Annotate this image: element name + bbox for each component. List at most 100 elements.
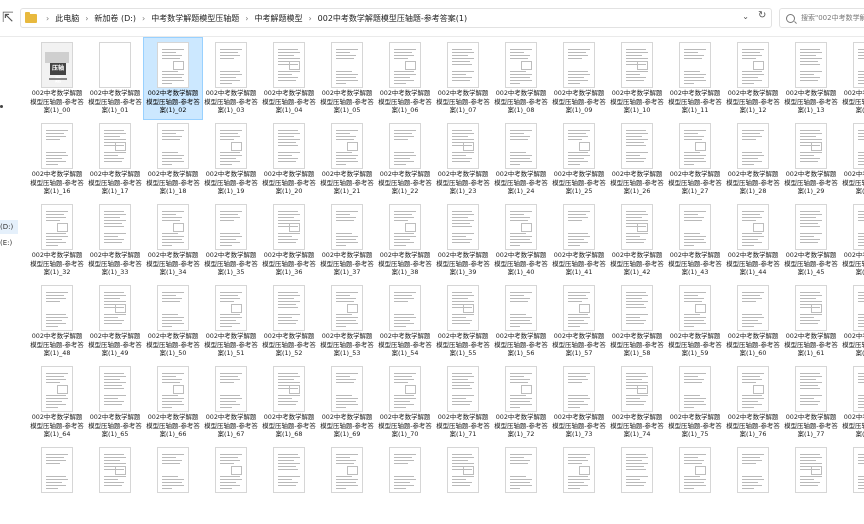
file-item[interactable] <box>376 443 434 524</box>
file-item[interactable] <box>666 443 724 524</box>
chevron-right-icon[interactable]: › <box>142 14 145 23</box>
file-item[interactable]: 002中考数学解题模型压轴题-参考答案(1)_66 <box>144 362 202 443</box>
file-item[interactable]: 002中考数学解题模型压轴题-参考答案(1)_17 <box>86 119 144 200</box>
file-item[interactable]: 002中考数学解题模型压轴题-参考答案(1)_62 <box>840 281 864 362</box>
file-item[interactable]: 002中考数学解题模型压轴题-参考答案(1)_43 <box>666 200 724 281</box>
file-item[interactable]: 002中考数学解题模型压轴题-参考答案(1)_20 <box>260 119 318 200</box>
file-item[interactable] <box>202 443 260 524</box>
file-item[interactable]: 002中考数学解题模型压轴题-参考答案(1)_64 <box>28 362 86 443</box>
file-item[interactable] <box>550 443 608 524</box>
breadcrumb-current-folder[interactable]: 002中考数学解题模型压轴题-参考答案(1) <box>318 13 468 24</box>
address-bar[interactable]: › 此电脑 › 新加卷 (D:) › 中考数学解题模型压轴题 › 中考解题模型 … <box>20 8 772 28</box>
file-item[interactable]: 002中考数学解题模型压轴题-参考答案(1)_35 <box>202 200 260 281</box>
file-item[interactable]: 002中考数学解题模型压轴题-参考答案(1)_26 <box>608 119 666 200</box>
file-item[interactable] <box>260 443 318 524</box>
file-item[interactable]: 002中考数学解题模型压轴题-参考答案(1)_24 <box>492 119 550 200</box>
file-item[interactable]: 002中考数学解题模型压轴题-参考答案(1)_18 <box>144 119 202 200</box>
file-item[interactable]: 002中考数学解题模型压轴题-参考答案(1)_49 <box>86 281 144 362</box>
file-item[interactable]: 002中考数学解题模型压轴题-参考答案(1)_23 <box>434 119 492 200</box>
file-item[interactable] <box>840 443 864 524</box>
file-item[interactable] <box>492 443 550 524</box>
breadcrumb-folder-1[interactable]: 中考数学解题模型压轴题 <box>151 13 239 24</box>
file-item[interactable]: 002中考数学解题模型压轴题-参考答案(1)_08 <box>492 38 550 119</box>
file-item[interactable]: 002中考数学解题模型压轴题-参考答案(1)_16 <box>28 119 86 200</box>
file-item[interactable] <box>28 443 86 524</box>
file-item[interactable] <box>434 443 492 524</box>
file-item[interactable]: 002中考数学解题模型压轴题-参考答案(1)_41 <box>550 200 608 281</box>
file-item[interactable]: 002中考数学解题模型压轴题-参考答案(1)_13 <box>782 38 840 119</box>
file-item[interactable]: 002中考数学解题模型压轴题-参考答案(1)_04 <box>260 38 318 119</box>
file-item[interactable]: 002中考数学解题模型压轴题-参考答案(1)_09 <box>550 38 608 119</box>
breadcrumb-this-pc[interactable]: 此电脑 <box>55 13 79 24</box>
file-item[interactable]: 002中考数学解题模型压轴题-参考答案(1)_73 <box>550 362 608 443</box>
file-item[interactable]: 002中考数学解题模型压轴题-参考答案(1)_42 <box>608 200 666 281</box>
file-item[interactable]: 002中考数学解题模型压轴题-参考答案(1)_70 <box>376 362 434 443</box>
file-item[interactable]: 002中考数学解题模型压轴题-参考答案(1)_45 <box>782 200 840 281</box>
file-item[interactable]: 002中考数学解题模型压轴题-参考答案(1)_44 <box>724 200 782 281</box>
file-item[interactable]: 压轴题 002中考数学解题模型压轴题-参考答案(1)_00 <box>28 38 86 119</box>
nav-item-drive-d[interactable]: (D:) <box>0 220 18 234</box>
file-item[interactable]: 002中考数学解题模型压轴题-参考答案(1)_75 <box>666 362 724 443</box>
file-item[interactable]: 002中考数学解题模型压轴题-参考答案(1)_40 <box>492 200 550 281</box>
file-item[interactable]: 002中考数学解题模型压轴题-参考答案(1)_72 <box>492 362 550 443</box>
file-item[interactable]: 002中考数学解题模型压轴题-参考答案(1)_01 <box>86 38 144 119</box>
file-item[interactable]: 002中考数学解题模型压轴题-参考答案(1)_10 <box>608 38 666 119</box>
file-item[interactable]: 002中考数学解题模型压轴题-参考答案(1)_48 <box>28 281 86 362</box>
file-item[interactable]: 002中考数学解题模型压轴题-参考答案(1)_37 <box>318 200 376 281</box>
file-item[interactable] <box>724 443 782 524</box>
file-item[interactable]: 002中考数学解题模型压轴题-参考答案(1)_65 <box>86 362 144 443</box>
file-item[interactable]: 002中考数学解题模型压轴题-参考答案(1)_14 <box>840 38 864 119</box>
chevron-right-icon[interactable]: › <box>308 14 311 23</box>
file-item[interactable] <box>144 443 202 524</box>
file-item[interactable]: 002中考数学解题模型压轴题-参考答案(1)_71 <box>434 362 492 443</box>
file-item[interactable]: 002中考数学解题模型压轴题-参考答案(1)_50 <box>144 281 202 362</box>
file-item[interactable]: 002中考数学解题模型压轴题-参考答案(1)_03 <box>202 38 260 119</box>
file-item[interactable]: 002中考数学解题模型压轴题-参考答案(1)_12 <box>724 38 782 119</box>
file-item[interactable]: 002中考数学解题模型压轴题-参考答案(1)_05 <box>318 38 376 119</box>
breadcrumb-drive-d[interactable]: 新加卷 (D:) <box>94 13 136 24</box>
chevron-right-icon[interactable]: › <box>46 14 49 23</box>
file-item[interactable]: 002中考数学解题模型压轴题-参考答案(1)_58 <box>608 281 666 362</box>
file-item[interactable] <box>782 443 840 524</box>
file-item[interactable]: 002中考数学解题模型压轴题-参考答案(1)_53 <box>318 281 376 362</box>
file-item[interactable]: 002中考数学解题模型压轴题-参考答案(1)_46 <box>840 200 864 281</box>
file-item[interactable]: 002中考数学解题模型压轴题-参考答案(1)_56 <box>492 281 550 362</box>
file-item[interactable]: 002中考数学解题模型压轴题-参考答案(1)_21 <box>318 119 376 200</box>
file-item[interactable]: 002中考数学解题模型压轴题-参考答案(1)_07 <box>434 38 492 119</box>
chevron-right-icon[interactable]: › <box>85 14 88 23</box>
file-item[interactable]: 002中考数学解题模型压轴题-参考答案(1)_69 <box>318 362 376 443</box>
file-item[interactable]: 002中考数学解题模型压轴题-参考答案(1)_57 <box>550 281 608 362</box>
refresh-icon[interactable]: ↻ <box>758 10 766 21</box>
search-box[interactable]: 搜索"002中考数学解题" <box>779 8 864 28</box>
file-item[interactable]: 002中考数学解题模型压轴题-参考答案(1)_68 <box>260 362 318 443</box>
file-item[interactable]: 002中考数学解题模型压轴题-参考答案(1)_22 <box>376 119 434 200</box>
file-item[interactable]: 002中考数学解题模型压轴题-参考答案(1)_59 <box>666 281 724 362</box>
file-item[interactable]: 002中考数学解题模型压轴题-参考答案(1)_61 <box>782 281 840 362</box>
file-item[interactable]: 002中考数学解题模型压轴题-参考答案(1)_02 <box>143 37 203 120</box>
file-item[interactable] <box>318 443 376 524</box>
file-item[interactable] <box>608 443 666 524</box>
file-item[interactable]: 002中考数学解题模型压轴题-参考答案(1)_11 <box>666 38 724 119</box>
nav-item-drive-e[interactable]: (E:) <box>0 239 12 247</box>
file-item[interactable] <box>86 443 144 524</box>
file-item[interactable]: 002中考数学解题模型压轴题-参考答案(1)_76 <box>724 362 782 443</box>
chevron-down-icon[interactable]: ⌄ <box>742 12 749 21</box>
chevron-right-icon[interactable]: › <box>245 14 248 23</box>
file-item[interactable]: 002中考数学解题模型压轴题-参考答案(1)_32 <box>28 200 86 281</box>
file-item[interactable]: 002中考数学解题模型压轴题-参考答案(1)_34 <box>144 200 202 281</box>
file-item[interactable]: 002中考数学解题模型压轴题-参考答案(1)_30 <box>840 119 864 200</box>
file-item[interactable]: 002中考数学解题模型压轴题-参考答案(1)_74 <box>608 362 666 443</box>
file-item[interactable]: 002中考数学解题模型压轴题-参考答案(1)_27 <box>666 119 724 200</box>
file-item[interactable]: 002中考数学解题模型压轴题-参考答案(1)_51 <box>202 281 260 362</box>
file-item[interactable]: 002中考数学解题模型压轴题-参考答案(1)_33 <box>86 200 144 281</box>
file-item[interactable]: 002中考数学解题模型压轴题-参考答案(1)_52 <box>260 281 318 362</box>
file-item[interactable]: 002中考数学解题模型压轴题-参考答案(1)_78 <box>840 362 864 443</box>
file-item[interactable]: 002中考数学解题模型压轴题-参考答案(1)_60 <box>724 281 782 362</box>
file-item[interactable]: 002中考数学解题模型压轴题-参考答案(1)_06 <box>376 38 434 119</box>
breadcrumb-folder-2[interactable]: 中考解题模型 <box>254 13 302 24</box>
file-item[interactable]: 002中考数学解题模型压轴题-参考答案(1)_36 <box>260 200 318 281</box>
file-item[interactable]: 002中考数学解题模型压轴题-参考答案(1)_25 <box>550 119 608 200</box>
file-item[interactable]: 002中考数学解题模型压轴题-参考答案(1)_54 <box>376 281 434 362</box>
file-item[interactable]: 002中考数学解题模型压轴题-参考答案(1)_39 <box>434 200 492 281</box>
file-item[interactable]: 002中考数学解题模型压轴题-参考答案(1)_77 <box>782 362 840 443</box>
